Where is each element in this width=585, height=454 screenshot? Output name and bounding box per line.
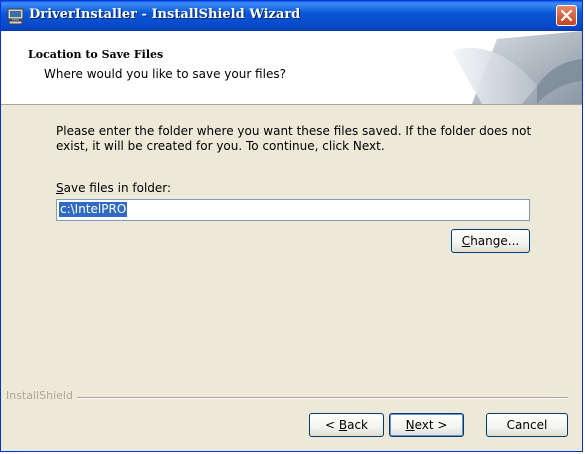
save-folder-label-accel: S — [56, 181, 64, 195]
page-subtitle: Where would you like to save your files? — [44, 67, 286, 81]
page-title: Location to Save Files — [28, 48, 164, 61]
save-folder-input[interactable]: c:\IntelPRO — [56, 199, 530, 221]
save-folder-value: c:\IntelPRO — [59, 202, 128, 217]
cancel-button[interactable]: Cancel — [486, 413, 568, 437]
page-curl-graphic — [452, 31, 582, 104]
wizard-header: Location to Save Files Where would you l… — [1, 31, 582, 105]
instructions-text: Please enter the folder where you want t… — [56, 124, 532, 153]
change-button-rest: hange... — [470, 234, 520, 248]
back-button[interactable]: < Back — [309, 413, 384, 437]
back-button-rest: ack — [347, 418, 368, 432]
installer-window: DriverInstaller - InstallShield Wizard L… — [0, 0, 583, 452]
title-bar[interactable]: DriverInstaller - InstallShield Wizard — [1, 1, 582, 31]
change-button[interactable]: Change... — [451, 229, 530, 253]
save-folder-label: Save files in folder: — [56, 181, 171, 195]
back-button-prefix: < — [324, 418, 339, 432]
close-button[interactable] — [556, 5, 577, 26]
close-icon — [561, 10, 572, 21]
window-title: DriverInstaller - InstallShield Wizard — [29, 7, 301, 22]
save-folder-label-rest: ave files in folder: — [63, 181, 172, 195]
next-button-rest: ext > — [414, 418, 448, 432]
change-button-accel: C — [461, 234, 471, 248]
next-button-accel: N — [405, 418, 415, 432]
back-button-accel: B — [338, 418, 348, 432]
installer-computer-icon — [7, 7, 25, 25]
next-button[interactable]: Next > — [389, 413, 464, 437]
footer-divider — [71, 397, 568, 399]
installshield-brand: InstallShield — [6, 389, 77, 402]
